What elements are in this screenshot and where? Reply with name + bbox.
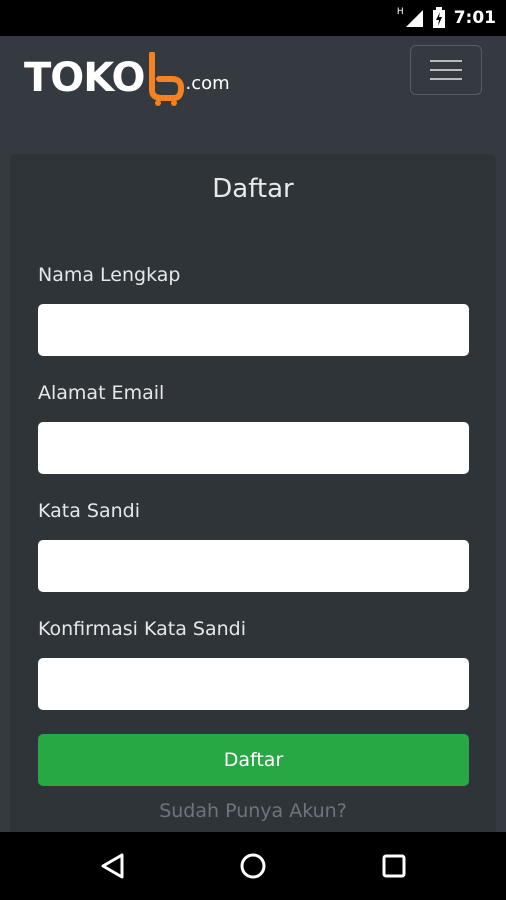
status-time: 7:01 (453, 8, 496, 28)
full-name-input[interactable] (38, 304, 469, 356)
logo[interactable]: TOKO .com (24, 50, 230, 106)
email-label: Alamat Email (38, 382, 165, 404)
status-bar: H 7:01 (0, 0, 506, 36)
hamburger-menu-icon-line (430, 78, 462, 80)
register-card: Daftar Nama Lengkap Alamat Email Kata Sa… (10, 154, 496, 854)
confirm-password-label: Konfirmasi Kata Sandi (38, 618, 246, 640)
logo-tld: .com (185, 73, 230, 94)
navigation-bar (0, 832, 506, 900)
home-icon[interactable] (233, 846, 273, 886)
form-title: Daftar (212, 174, 294, 204)
battery-charging-icon (432, 7, 445, 28)
confirm-password-input[interactable] (38, 658, 469, 710)
full-name-label: Nama Lengkap (38, 264, 181, 286)
password-label: Kata Sandi (38, 500, 140, 522)
hamburger-menu-icon (430, 60, 462, 62)
already-have-account-link[interactable]: Sudah Punya Akun? (10, 800, 496, 822)
back-icon[interactable] (93, 846, 133, 886)
logo-text: TOKO (24, 55, 145, 101)
password-input[interactable] (38, 540, 469, 592)
signal-icon (405, 10, 423, 27)
hamburger-menu-icon-line (430, 69, 462, 71)
app-header: TOKO .com (0, 36, 506, 154)
email-input[interactable] (38, 422, 469, 474)
shopping-cart-logo-icon (148, 52, 184, 106)
status-icons: H 7:01 (397, 0, 496, 36)
hamburger-menu-button[interactable] (410, 45, 482, 95)
recents-icon[interactable] (374, 846, 414, 886)
register-button[interactable]: Daftar (38, 734, 469, 786)
network-type-indicator: H (396, 7, 404, 17)
